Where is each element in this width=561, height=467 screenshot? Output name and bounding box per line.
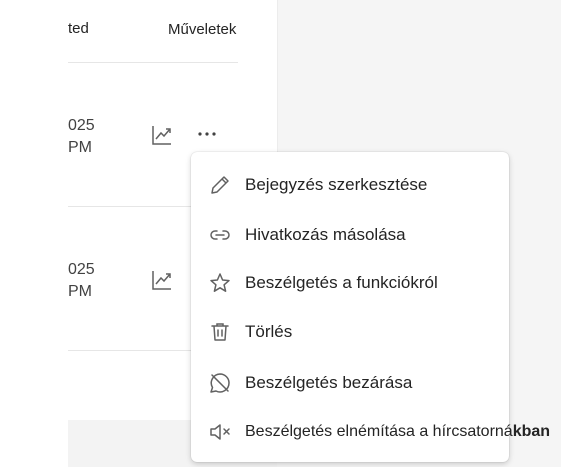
analytics-icon[interactable] — [150, 123, 174, 147]
menu-item-mute-conversation[interactable]: Beszélgetés elnémítása a hírcsatornákban — [191, 412, 550, 452]
pencil-icon — [211, 176, 229, 194]
menu-item-label: Bejegyzés szerkesztése — [245, 175, 428, 194]
left-gutter — [0, 0, 68, 467]
menu-item-label: Beszélgetés a funkciókról — [245, 273, 438, 292]
header-divider — [68, 62, 238, 63]
menu-item-label: Törlés — [245, 322, 293, 341]
menu-item-edit-post[interactable]: Bejegyzés szerkesztése — [191, 165, 509, 205]
table-row-date: 025 PM — [68, 115, 95, 159]
menu-item-label-tail: kban — [512, 423, 551, 440]
menu-item-label-main: Beszélgetés elnémítása a hírcsatorná — [245, 423, 513, 440]
chat-off-icon — [210, 373, 230, 393]
speaker-mute-icon — [210, 424, 230, 440]
menu-item-label: Hivatkozás másolása — [245, 225, 406, 244]
star-icon — [210, 273, 230, 292]
column-header-actions: Műveletek — [168, 21, 237, 38]
menu-item-copy-link[interactable]: Hivatkozás másolása — [191, 215, 509, 255]
row-date-line2: PM — [68, 139, 92, 156]
menu-item-close-conversation[interactable]: Beszélgetés bezárása — [191, 363, 509, 403]
menu-item-label: Beszélgetés bezárása — [245, 373, 413, 392]
row-date-line1: 025 — [68, 117, 95, 134]
menu-item-delete[interactable]: Törlés — [191, 312, 509, 352]
row-date-line1: 025 — [68, 261, 95, 278]
column-header-updated[interactable]: ted — [68, 20, 89, 37]
link-icon — [210, 230, 230, 240]
row-date-line2: PM — [68, 283, 92, 300]
analytics-icon[interactable] — [150, 268, 174, 292]
table-row-date: 025 PM — [68, 259, 95, 303]
menu-item-label: Beszélgetés elnémítása a hírcsatornákban — [245, 423, 550, 441]
menu-item-feature-conversation[interactable]: Beszélgetés a funkciókról — [191, 263, 509, 303]
more-options-icon[interactable] — [196, 126, 218, 138]
context-menu: Bejegyzés szerkesztése Hivatkozás másolá… — [191, 152, 550, 462]
trash-icon — [211, 323, 229, 341]
